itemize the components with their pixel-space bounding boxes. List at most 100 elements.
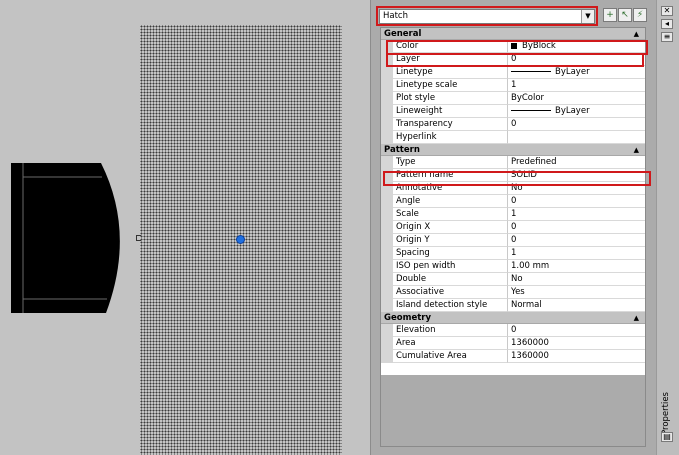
cursor-select-icon[interactable]: ↖	[618, 8, 632, 22]
line-sample-icon	[511, 71, 551, 72]
property-value-text: 1360000	[511, 338, 549, 348]
property-value-text: ByLayer	[555, 67, 590, 77]
row-margin	[381, 195, 393, 208]
property-value[interactable]: Normal	[508, 299, 645, 312]
row-margin	[381, 337, 393, 350]
palette-title-strip[interactable]: ✕ ◂ ≡ Properties ▤	[656, 0, 679, 455]
category-pattern[interactable]: Pattern ▲	[381, 144, 645, 156]
property-value[interactable]: ByColor	[508, 92, 645, 105]
block-shape[interactable]	[11, 163, 129, 315]
property-row[interactable]: Angle 0	[381, 195, 645, 208]
property-row[interactable]: Origin Y0	[381, 234, 645, 247]
property-row[interactable]: Scale 1	[381, 208, 645, 221]
property-row[interactable]: Associative Yes	[381, 286, 645, 299]
property-row[interactable]: Plot style ByColor	[381, 92, 645, 105]
property-row[interactable]: Cumulative Area 1360000	[381, 350, 645, 363]
row-margin	[381, 156, 393, 169]
quick-select-icon[interactable]: ⚡	[633, 8, 647, 22]
property-value-text: Yes	[511, 287, 525, 297]
property-row[interactable]: Double No	[381, 273, 645, 286]
row-margin	[381, 234, 393, 247]
row-margin	[381, 118, 393, 131]
property-row[interactable]: Spacing 1	[381, 247, 645, 260]
property-value[interactable]: 1360000	[508, 337, 645, 350]
property-row[interactable]: ISO pen width 1.00 mm	[381, 260, 645, 273]
grid-empty-area	[381, 375, 645, 446]
property-row[interactable]: Hyperlink	[381, 131, 645, 144]
highlight-pattern-name	[383, 171, 651, 186]
property-row[interactable]: Origin X0	[381, 221, 645, 234]
row-margin	[381, 79, 393, 92]
property-name: Elevation	[393, 324, 508, 337]
row-margin	[381, 105, 393, 118]
property-row[interactable]: Island detection style Normal	[381, 299, 645, 312]
close-icon[interactable]: ✕	[661, 6, 673, 16]
category-title: Pattern	[384, 145, 420, 155]
category-general[interactable]: General ▲	[381, 28, 645, 40]
property-value-text: ByLayer	[555, 106, 590, 116]
property-value[interactable]: No	[508, 273, 645, 286]
property-value[interactable]: 0	[508, 118, 645, 131]
property-name: Transparency	[393, 118, 508, 131]
property-name: Type	[393, 156, 508, 169]
property-name: ISO pen width	[393, 260, 508, 273]
property-row[interactable]: Area 1360000	[381, 337, 645, 350]
property-value[interactable]: ByLayer	[508, 105, 645, 118]
property-name: Cumulative Area	[393, 350, 508, 363]
property-value[interactable]: ByLayer	[508, 66, 645, 79]
property-value[interactable]: Predefined	[508, 156, 645, 169]
property-name: Spacing	[393, 247, 508, 260]
collapse-icon[interactable]: ▲	[634, 312, 639, 324]
category-geometry[interactable]: Geometry ▲	[381, 312, 645, 324]
property-row[interactable]: Type Predefined	[381, 156, 645, 169]
plus-box-icon[interactable]: +	[603, 8, 617, 22]
property-name: Origin Y	[393, 234, 508, 247]
hatch-grip-point[interactable]	[236, 235, 245, 244]
property-value[interactable]: Yes	[508, 286, 645, 299]
property-row[interactable]: Linetype scale 1	[381, 79, 645, 92]
drawing-canvas[interactable]	[0, 0, 370, 455]
property-name: Associative	[393, 286, 508, 299]
property-value-text: 0	[511, 222, 517, 232]
property-value[interactable]: 0	[508, 221, 645, 234]
property-name: Island detection style	[393, 299, 508, 312]
property-name: Hyperlink	[393, 131, 508, 144]
property-value-text: 0	[511, 119, 517, 129]
collapse-icon[interactable]: ▲	[634, 28, 639, 40]
property-value-text: 0	[511, 325, 517, 335]
properties-menu-icon[interactable]: ≡	[661, 32, 673, 42]
chevron-down-icon[interactable]: ▼	[581, 10, 594, 23]
row-margin	[381, 350, 393, 363]
object-type-dropdown[interactable]: Hatch ▼	[379, 9, 595, 24]
property-value-text: Normal	[511, 300, 542, 310]
property-value[interactable]: 1	[508, 208, 645, 221]
property-value-text: ByColor	[511, 93, 545, 103]
property-value[interactable]: 0	[508, 234, 645, 247]
row-margin	[381, 286, 393, 299]
property-name: Linetype scale	[393, 79, 508, 92]
property-value-text: No	[511, 274, 523, 284]
palette-options-icon[interactable]: ▤	[661, 432, 673, 442]
row-margin	[381, 66, 393, 79]
property-name: Plot style	[393, 92, 508, 105]
property-row[interactable]: Linetype ByLayer	[381, 66, 645, 79]
property-value-text: 1	[511, 209, 517, 219]
collapse-icon[interactable]: ▲	[634, 144, 639, 156]
property-value[interactable]: 0	[508, 195, 645, 208]
category-title: Geometry	[384, 313, 431, 323]
property-value[interactable]: 1.00 mm	[508, 260, 645, 273]
property-name: Scale	[393, 208, 508, 221]
property-value[interactable]: 0	[508, 324, 645, 337]
property-value-text: 0	[511, 235, 517, 245]
property-row[interactable]: Elevation 0	[381, 324, 645, 337]
property-value[interactable]: 1	[508, 79, 645, 92]
property-value[interactable]: 1	[508, 247, 645, 260]
row-margin	[381, 273, 393, 286]
property-row[interactable]: Lineweight ByLayer	[381, 105, 645, 118]
property-value[interactable]: 1360000	[508, 350, 645, 363]
autohide-icon[interactable]: ◂	[661, 19, 673, 29]
row-margin	[381, 247, 393, 260]
property-row[interactable]: Transparency 0	[381, 118, 645, 131]
property-value[interactable]	[508, 131, 645, 144]
category-title: General	[384, 29, 422, 39]
